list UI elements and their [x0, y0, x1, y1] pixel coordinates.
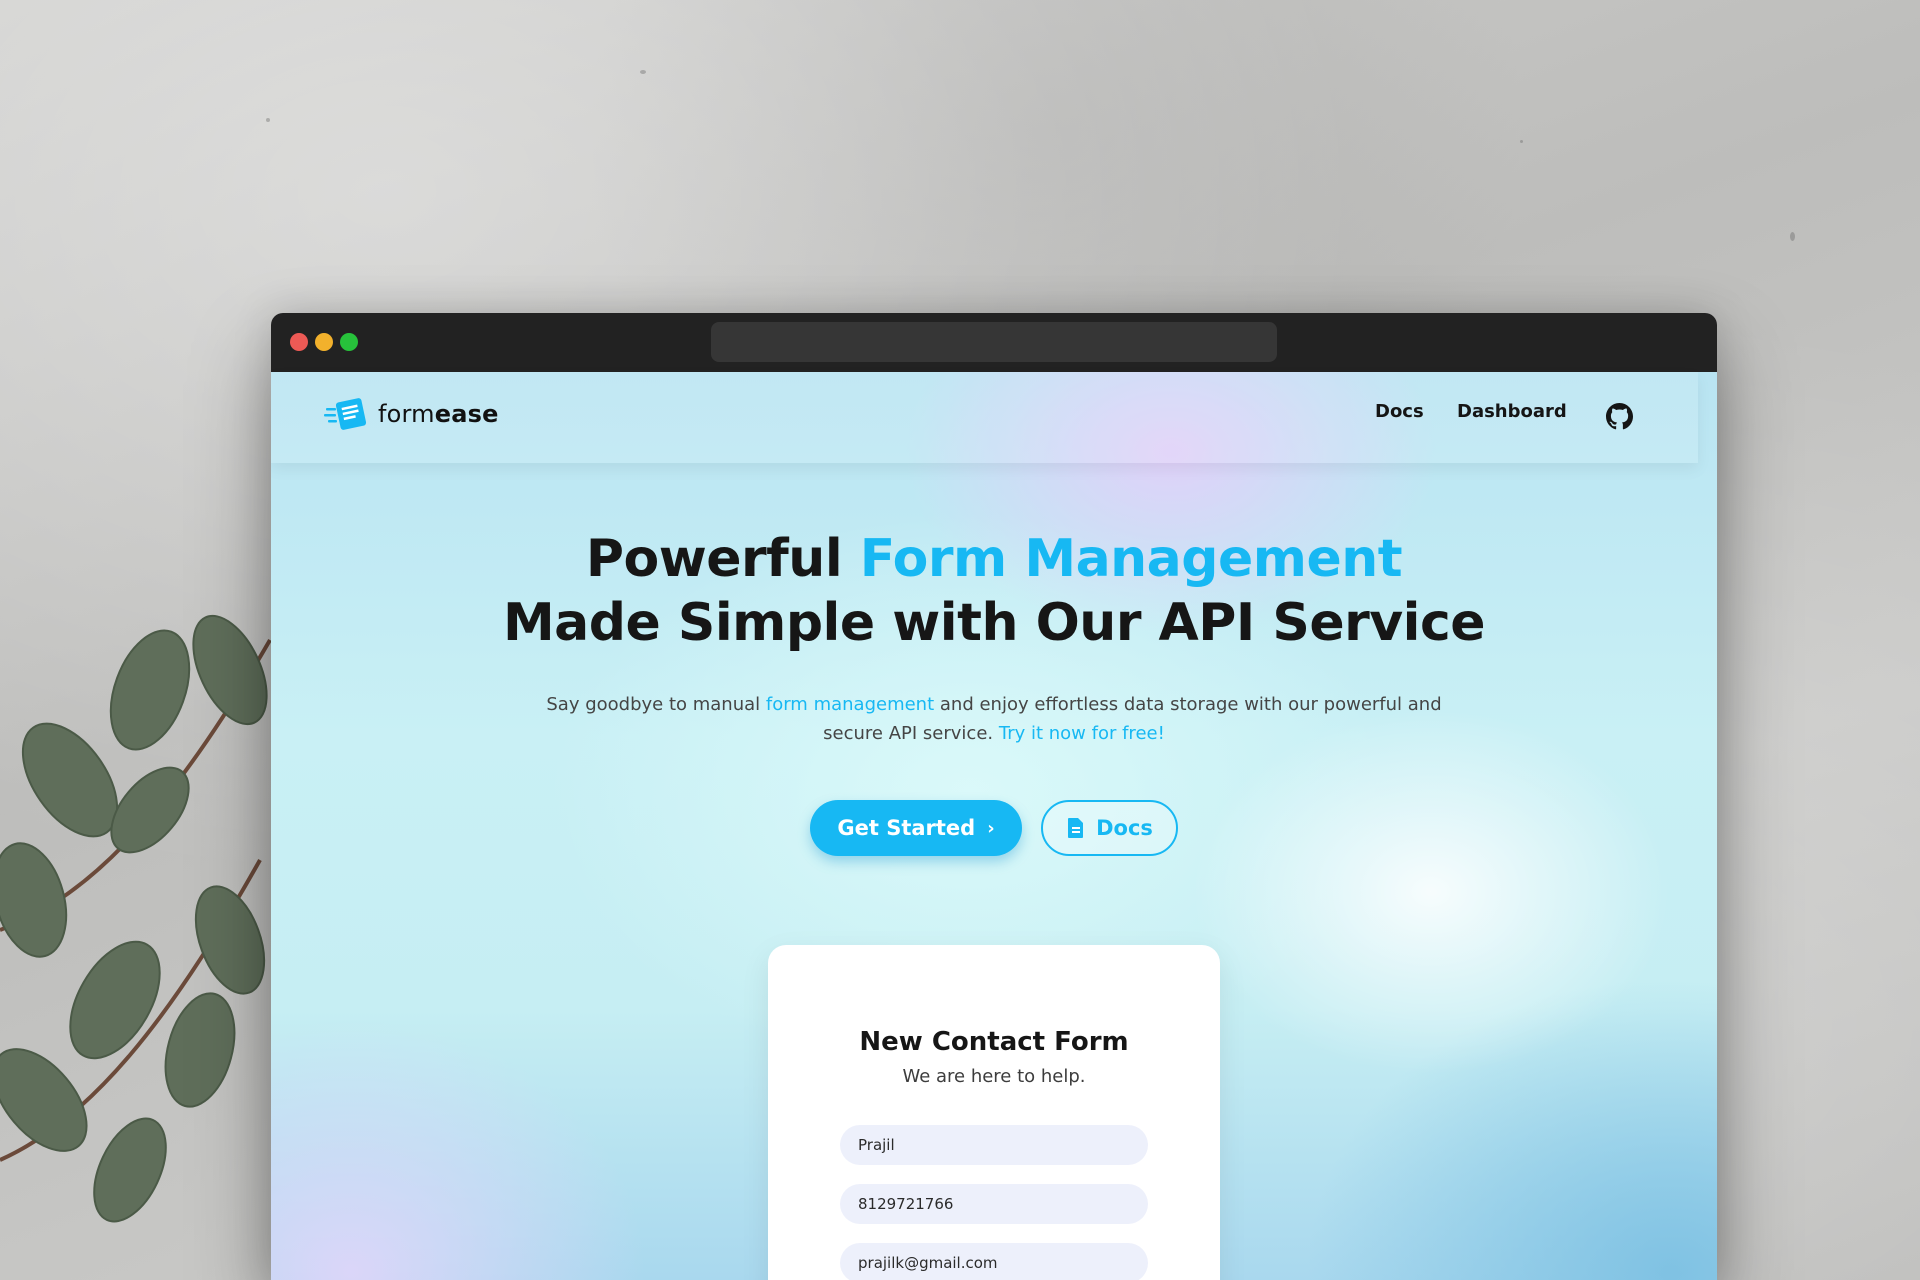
top-navbar: formease Docs Dashboard	[271, 372, 1698, 463]
background-speck	[1790, 232, 1795, 241]
formease-logo[interactable]: formease	[324, 396, 499, 432]
close-window-button[interactable]	[290, 333, 308, 351]
hero-title: Powerful Form Management Made Simple wit…	[271, 527, 1717, 655]
contact-form-card: New Contact Form We are here to help.	[768, 945, 1220, 1280]
nav-link-dashboard[interactable]: Dashboard	[1457, 401, 1567, 422]
contact-form-subtitle: We are here to help.	[902, 1066, 1086, 1087]
hero-title-accent: Form Management	[859, 529, 1403, 589]
maximize-window-button[interactable]	[340, 333, 358, 351]
get-started-label: Get Started	[837, 816, 976, 840]
get-started-button[interactable]: Get Started ›	[810, 800, 1022, 856]
background-speck	[640, 70, 646, 74]
hero-subtitle: Say goodbye to manual form management an…	[521, 690, 1467, 748]
logo-wordmark: formease	[378, 400, 499, 428]
try-free-link[interactable]: Try it now for free!	[999, 723, 1165, 744]
form-management-link[interactable]: form management	[766, 694, 934, 715]
browser-window: formease Docs Dashboard Powerful Form Ma…	[271, 313, 1717, 1280]
address-bar[interactable]	[711, 322, 1277, 362]
nav-link-docs[interactable]: Docs	[1375, 401, 1424, 422]
minimize-window-button[interactable]	[315, 333, 333, 351]
background-speck	[266, 118, 270, 122]
docs-button-label: Docs	[1096, 816, 1153, 840]
hero-title-part1: Powerful	[585, 529, 860, 589]
name-field[interactable]	[840, 1125, 1148, 1165]
github-icon[interactable]	[1606, 403, 1633, 430]
contact-form-title: New Contact Form	[859, 1027, 1129, 1057]
phone-field[interactable]	[840, 1184, 1148, 1224]
document-icon	[1068, 818, 1084, 838]
email-field[interactable]	[840, 1243, 1148, 1280]
hero-title-line2: Made Simple with Our API Service	[502, 593, 1486, 653]
landing-page: formease Docs Dashboard Powerful Form Ma…	[271, 372, 1717, 1280]
docs-button[interactable]: Docs	[1041, 800, 1178, 856]
background-speck	[1520, 140, 1523, 143]
form-logo-icon	[324, 398, 367, 430]
eucalyptus-plant-image	[0, 614, 272, 1223]
hero-sub-text: Say goodbye to manual	[546, 694, 766, 715]
browser-titlebar	[271, 313, 1717, 372]
chevron-right-icon: ›	[987, 817, 995, 839]
